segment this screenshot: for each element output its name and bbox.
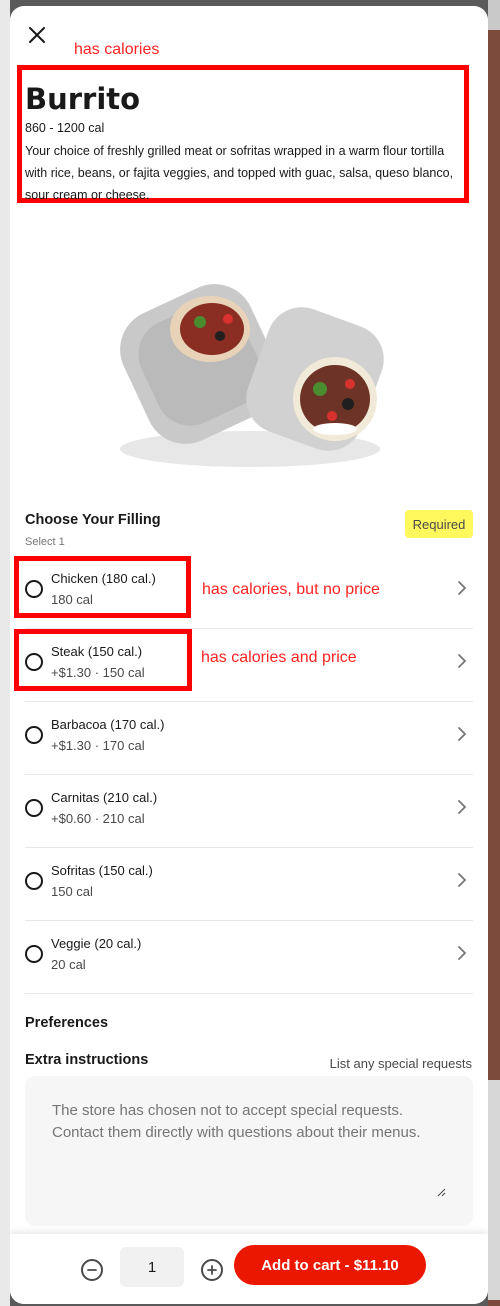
required-badge: Required: [405, 510, 473, 538]
filling-option-veggie[interactable]: Veggie (20 cal.) 20 cal: [25, 921, 473, 994]
option-name: Sofritas (150 cal.): [51, 863, 153, 878]
filling-option-sofritas[interactable]: Sofritas (150 cal.) 150 cal: [25, 848, 473, 921]
chevron-right-icon: [458, 727, 467, 741]
filling-option-carnitas[interactable]: Carnitas (210 cal.) +$0.60 · 210 cal: [25, 775, 473, 848]
annotation-title-note: has calories: [74, 41, 160, 58]
option-name: Veggie (20 cal.): [51, 936, 142, 951]
annotation-steak-note: has calories and price: [201, 649, 357, 666]
minus-icon: [87, 1269, 97, 1271]
item-description: Your choice of freshly grilled meat or s…: [25, 144, 454, 202]
option-details: 20 cal: [51, 957, 86, 972]
instructions-label: Extra instructions: [25, 1052, 149, 1068]
close-button[interactable]: [24, 22, 50, 48]
quantity-value[interactable]: 1: [120, 1247, 184, 1287]
option-details: +$1.30 · 170 cal: [51, 738, 145, 753]
option-details: 150 cal: [51, 884, 93, 899]
filling-option-barbacoa[interactable]: Barbacoa (170 cal.) +$1.30 · 170 cal: [25, 702, 473, 775]
item-calories: 860 - 1200 cal: [25, 121, 105, 135]
instructions-hint: List any special requests: [329, 1056, 472, 1071]
add-to-cart-button[interactable]: Add to cart - $11.10: [234, 1245, 426, 1285]
radio-button[interactable]: [25, 872, 43, 890]
item-modal: has calories Burrito 860 - 1200 cal Your…: [10, 6, 488, 1304]
radio-button[interactable]: [25, 799, 43, 817]
background-page-right: [488, 0, 500, 1306]
annotation-box-chicken: [14, 556, 191, 618]
chevron-right-icon: [458, 581, 467, 595]
resize-grip-icon[interactable]: [436, 1187, 446, 1197]
filling-title: Choose Your Filling: [25, 512, 161, 528]
plus-icon: [207, 1265, 217, 1275]
annotation-box-steak: [14, 629, 192, 691]
chevron-right-icon: [458, 800, 467, 814]
chevron-right-icon: [458, 654, 467, 668]
preferences-title: Preferences: [25, 1015, 109, 1031]
option-name: Barbacoa (170 cal.): [51, 717, 165, 732]
annotation-chicken-note: has calories, but no price: [202, 581, 380, 598]
option-name: Carnitas (210 cal.): [51, 790, 158, 805]
radio-button[interactable]: [25, 726, 43, 744]
radio-button[interactable]: [25, 945, 43, 963]
option-details: +$0.60 · 210 cal: [51, 811, 145, 826]
increase-quantity-button[interactable]: [201, 1259, 223, 1281]
item-title: Burrito: [25, 82, 141, 116]
burrito-image: [120, 284, 384, 467]
background-page-left: [0, 0, 10, 1306]
cart-footer: 1 Add to cart - $11.10: [10, 1234, 488, 1304]
chevron-right-icon: [458, 873, 467, 887]
special-instructions-field[interactable]: [25, 1076, 473, 1226]
close-icon: [29, 27, 45, 43]
filling-select-hint: Select 1: [25, 536, 65, 548]
decrease-quantity-button[interactable]: [81, 1259, 103, 1281]
chevron-right-icon: [458, 946, 467, 960]
